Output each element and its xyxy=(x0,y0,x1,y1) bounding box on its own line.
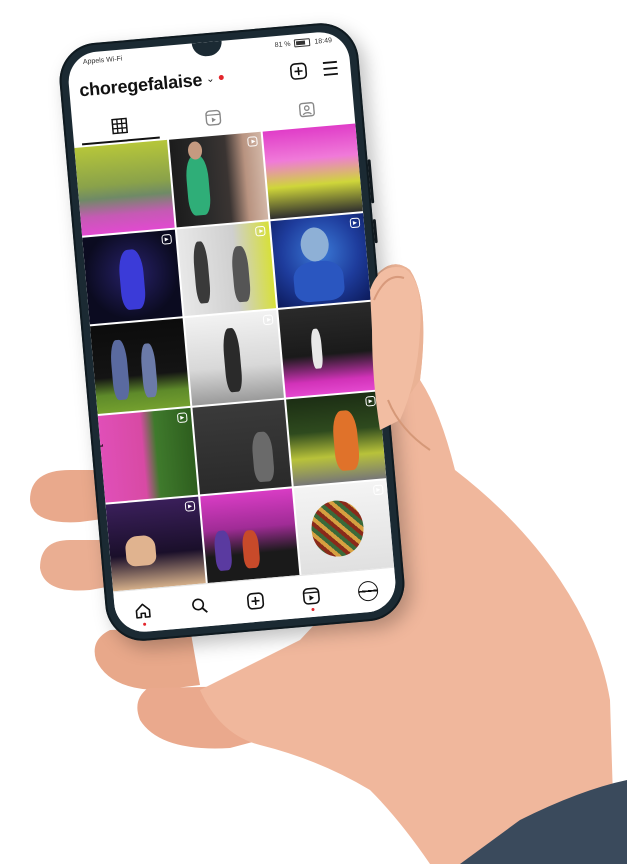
nav-home-dot xyxy=(142,622,146,626)
tab-tagged[interactable] xyxy=(259,90,355,130)
tagged-icon xyxy=(298,102,315,118)
post-thumbnail[interactable]: chore xyxy=(97,407,198,504)
battery-percent: 81 % xyxy=(274,40,291,49)
post-thumbnail[interactable] xyxy=(278,301,379,398)
clock: 18:49 xyxy=(314,36,333,46)
post-thumbnail[interactable] xyxy=(199,488,300,585)
nav-search[interactable] xyxy=(185,592,213,620)
nav-reels[interactable] xyxy=(298,582,326,612)
grid-icon xyxy=(111,117,129,135)
post-thumbnail[interactable] xyxy=(168,131,269,228)
nav-profile[interactable] xyxy=(354,577,382,605)
reel-badge-icon xyxy=(176,412,188,423)
chevron-down-icon[interactable]: ⌄ xyxy=(206,73,215,85)
profile-avatar xyxy=(357,580,379,602)
status-right: 81 % 18:49 xyxy=(274,36,332,49)
post-thumbnail[interactable] xyxy=(286,391,387,487)
posts-grid: chore xyxy=(74,123,395,593)
battery-icon xyxy=(294,38,311,48)
post-thumbnail[interactable] xyxy=(89,318,190,414)
photo-scene: Appels Wi-Fi 81 % 18:49 choregefalaise ⌄ xyxy=(0,0,627,864)
post-thumbnail[interactable] xyxy=(294,480,395,576)
tab-grid[interactable] xyxy=(71,106,167,146)
carrier-label: Appels Wi-Fi xyxy=(82,55,123,66)
post-thumbnail[interactable] xyxy=(74,139,175,236)
plus-square-icon[interactable] xyxy=(288,60,310,82)
reels-icon xyxy=(205,109,222,126)
post-thumbnail[interactable] xyxy=(270,212,371,309)
menu-icon[interactable] xyxy=(320,58,342,80)
post-thumbnail[interactable] xyxy=(82,229,183,325)
smartphone: Appels Wi-Fi 81 % 18:49 choregefalaise ⌄ xyxy=(56,20,408,644)
post-thumbnail[interactable] xyxy=(184,310,285,406)
post-thumbnail[interactable] xyxy=(262,123,363,219)
search-icon xyxy=(191,598,208,613)
phone-screen: Appels Wi-Fi 81 % 18:49 choregefalaise ⌄ xyxy=(66,29,398,635)
post-thumbnail[interactable] xyxy=(176,220,277,317)
reel-badge-icon xyxy=(184,501,196,513)
reel-badge-icon xyxy=(160,233,172,245)
post-thumbnail[interactable] xyxy=(192,399,293,495)
header-actions xyxy=(288,58,342,82)
reel-badge-icon xyxy=(365,395,376,407)
post-thumbnail[interactable] xyxy=(105,496,206,593)
reels-icon xyxy=(303,587,321,605)
tab-reels[interactable] xyxy=(165,98,261,138)
nav-home[interactable] xyxy=(129,597,157,626)
reel-badge-icon xyxy=(372,484,384,496)
home-icon xyxy=(135,603,151,619)
reel-badge-icon xyxy=(247,136,259,147)
notification-dot xyxy=(218,74,224,80)
reel-badge-icon xyxy=(349,217,361,228)
reel-badge-icon xyxy=(263,314,274,326)
create-icon xyxy=(246,592,265,610)
nav-create[interactable] xyxy=(241,587,269,615)
reel-badge-icon xyxy=(255,225,267,237)
profile-username[interactable]: choregefalaise xyxy=(78,69,203,101)
nav-reels-dot xyxy=(311,607,315,612)
